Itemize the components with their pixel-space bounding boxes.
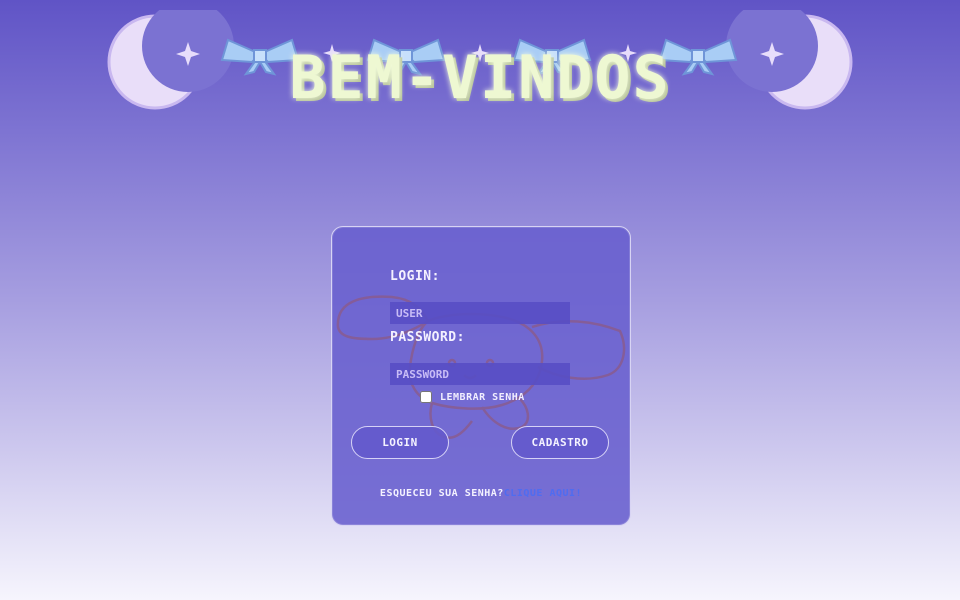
banner-title: Bem-vindos	[289, 43, 671, 113]
password-label: PASSWORD:	[390, 330, 465, 345]
remember-password-label: LEMBRAR SENHA	[440, 391, 525, 403]
login-label: LOGIN:	[390, 269, 440, 284]
user-input[interactable]	[390, 302, 570, 324]
remember-password[interactable]: LEMBRAR SENHA	[420, 391, 525, 403]
left-moon-icon	[107, 10, 234, 110]
remember-password-checkbox[interactable]	[420, 391, 432, 403]
welcome-banner: Bem-vindos	[100, 10, 860, 113]
password-input[interactable]	[390, 363, 570, 385]
forgot-password-text: ESQUECEU SUA SENHA?	[379, 488, 504, 499]
login-button[interactable]: LOGIN	[351, 426, 449, 459]
forgot-password-link[interactable]: CLIQUE AQUI!	[504, 488, 582, 499]
forgot-password: ESQUECEU SUA SENHA?CLIQUE AQUI!	[332, 488, 630, 499]
login-card: LOGIN: PASSWORD: LEMBRAR SENHA LOGIN CAD…	[331, 226, 631, 526]
signup-button[interactable]: CADASTRO	[511, 426, 609, 459]
right-moon-icon	[726, 10, 853, 110]
